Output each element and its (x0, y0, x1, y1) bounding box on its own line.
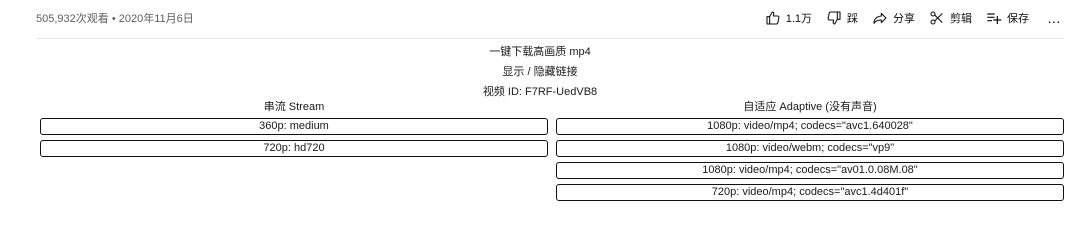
adaptive-link-1080p-mp4-av01[interactable]: 1080p: video/mp4; codecs="av01.0.08M.08" (556, 162, 1064, 179)
like-button[interactable]: 1.1万 (765, 10, 812, 26)
stream-column-header: 串流 Stream (263, 101, 325, 113)
clip-button[interactable]: 剪辑 (929, 10, 972, 26)
adaptive-list: 1080p: video/mp4; codecs="avc1.640028" 1… (556, 118, 1064, 206)
share-label: 分享 (893, 13, 915, 25)
thumb-up-icon (766, 11, 780, 25)
adaptive-column-header: 自适应 Adaptive (没有声音) (743, 101, 877, 113)
like-count: 1.1万 (785, 13, 812, 25)
save-label: 保存 (1007, 13, 1029, 25)
save-button[interactable]: 保存 (986, 10, 1029, 26)
toggle-links-link[interactable]: 显示 / 隐藏链接 (0, 65, 1080, 79)
adaptive-link-720p-mp4-avc1[interactable]: 720p: video/mp4; codecs="avc1.4d401f" (556, 184, 1064, 201)
more-actions-button[interactable]: … (1047, 11, 1062, 25)
stream-link-360p[interactable]: 360p: medium (40, 118, 548, 135)
playlist-add-icon (987, 13, 1002, 24)
share-arrow-icon (873, 12, 887, 24)
scissors-icon (930, 11, 943, 25)
action-bar: 1.1万 踩 分享 剪辑 保存 … (765, 6, 1062, 30)
video-page: 505,932次观看 • 2020年11月6日 1.1万 踩 分享 剪辑 保存 … (0, 0, 1080, 206)
dislike-button[interactable]: 踩 (826, 10, 858, 26)
share-button[interactable]: 分享 (872, 10, 915, 26)
stream-link-720p[interactable]: 720p: hd720 (40, 140, 548, 157)
divider (36, 38, 1064, 39)
view-count-date: 505,932次观看 • 2020年11月6日 (36, 13, 194, 25)
stream-list: 360p: medium 720p: hd720 (40, 118, 548, 162)
adaptive-link-1080p-webm-vp9[interactable]: 1080p: video/webm; codecs="vp9" (556, 140, 1064, 157)
dislike-label: 踩 (847, 13, 858, 25)
thumb-down-icon (827, 11, 841, 25)
video-id: 视频 ID: F7RF-UedVB8 (482, 86, 598, 98)
clip-label: 剪辑 (950, 13, 972, 25)
adaptive-link-1080p-mp4-avc1[interactable]: 1080p: video/mp4; codecs="avc1.640028" (556, 118, 1064, 135)
downloader-title: 一键下载高画质 mp4 (489, 46, 591, 58)
